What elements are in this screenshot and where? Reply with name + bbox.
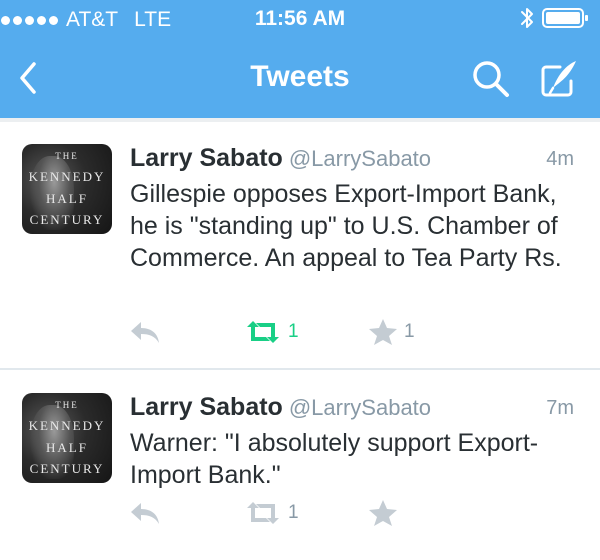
author-handle[interactable]: @LarrySabato bbox=[289, 146, 431, 171]
avatar-text-line: HALF bbox=[46, 191, 88, 206]
retweet-button[interactable]: 1 bbox=[244, 314, 299, 350]
star-icon bbox=[369, 319, 397, 345]
tweet-timestamp: 7m bbox=[546, 397, 574, 419]
app-header: AT&T LTE 11:56 AM Tweets bbox=[0, 0, 600, 118]
avatar[interactable]: THE KENNEDY HALF CENTURY bbox=[22, 393, 112, 483]
reply-icon bbox=[131, 503, 159, 524]
tweet-header: Larry Sabato @LarrySabato 7m bbox=[130, 393, 580, 423]
retweet-count: 1 bbox=[288, 321, 299, 342]
compose-quill-icon bbox=[541, 61, 576, 97]
author-handle[interactable]: @LarrySabato bbox=[289, 395, 431, 420]
avatar-text-line: THE bbox=[55, 151, 79, 161]
tweet-row[interactable]: THE KENNEDY HALF CENTURY Larry Sabato @La… bbox=[0, 122, 600, 369]
tweet-actions: 1 bbox=[128, 495, 448, 531]
retweet-button[interactable]: 1 bbox=[244, 495, 299, 531]
tweet-timestamp: 4m bbox=[546, 148, 574, 170]
retweet-count: 1 bbox=[288, 502, 299, 523]
nav-bar: Tweets bbox=[0, 40, 600, 118]
battery-icon bbox=[542, 8, 588, 28]
reply-button[interactable] bbox=[128, 314, 162, 350]
favorite-button[interactable] bbox=[368, 495, 404, 531]
avatar-text-line: KENNEDY bbox=[28, 169, 106, 184]
star-icon bbox=[369, 500, 397, 526]
retweet-icon bbox=[247, 321, 279, 343]
tweet-actions: 1 1 bbox=[128, 314, 448, 350]
search-icon bbox=[473, 61, 509, 97]
avatar-text-line: CENTURY bbox=[29, 212, 105, 227]
tweet-header: Larry Sabato @LarrySabato 4m bbox=[130, 144, 580, 174]
tweet-text: Warner: "I absolutely support Export-Imp… bbox=[130, 429, 539, 489]
search-button[interactable] bbox=[470, 58, 512, 100]
author-name[interactable]: Larry Sabato bbox=[130, 144, 283, 172]
avatar-text-line: HALF bbox=[46, 440, 88, 455]
favorite-count: 1 bbox=[404, 321, 415, 342]
avatar-text-line: KENNEDY bbox=[28, 418, 106, 433]
avatar-text-line: CENTURY bbox=[29, 461, 105, 476]
favorite-button[interactable]: 1 bbox=[368, 314, 415, 350]
reply-icon bbox=[131, 322, 159, 343]
retweet-icon bbox=[247, 502, 279, 524]
status-right bbox=[520, 5, 590, 31]
tweet-divider bbox=[0, 368, 600, 370]
status-time: 11:56 AM bbox=[254, 7, 346, 30]
avatar[interactable]: THE KENNEDY HALF CENTURY bbox=[22, 144, 112, 234]
author-name[interactable]: Larry Sabato bbox=[130, 393, 283, 421]
tweet-text: Gillespie opposes Export-Import Bank, he… bbox=[130, 180, 562, 272]
reply-button[interactable] bbox=[128, 495, 162, 531]
bluetooth-icon bbox=[521, 8, 533, 28]
tweet-row[interactable]: THE KENNEDY HALF CENTURY Larry Sabato @La… bbox=[0, 371, 600, 560]
status-bar: AT&T LTE 11:56 AM bbox=[0, 0, 600, 40]
compose-button[interactable] bbox=[538, 57, 582, 101]
avatar-text-line: THE bbox=[55, 400, 79, 410]
